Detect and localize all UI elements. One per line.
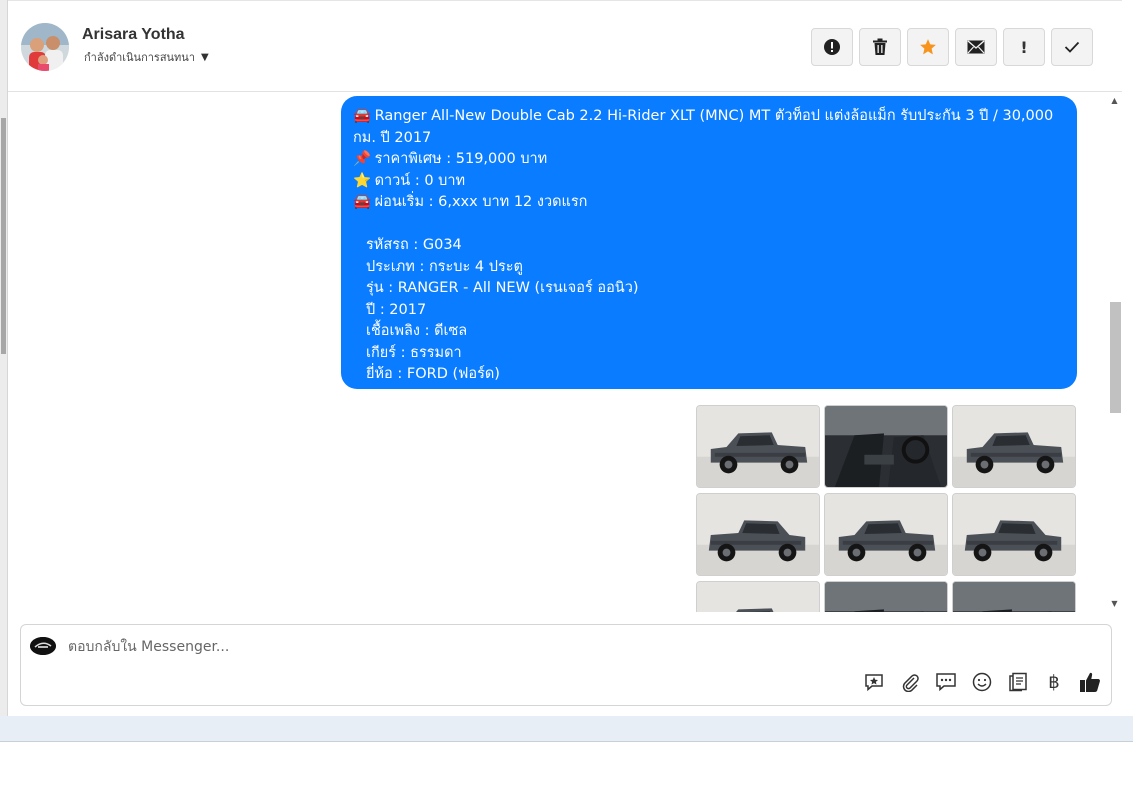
contact-name: Arisara Yotha bbox=[82, 26, 185, 43]
payment-button[interactable]: ฿ bbox=[1043, 671, 1065, 693]
message-line: รุ่น : RANGER - All NEW (เรนเจอร์ ออนิว) bbox=[366, 280, 639, 296]
avatar[interactable] bbox=[21, 23, 69, 71]
gallery-photo[interactable] bbox=[952, 405, 1076, 488]
message-line: ⭐ ดาวน์ : 0 บาท bbox=[353, 171, 1065, 193]
delete-button[interactable] bbox=[859, 28, 901, 66]
message-line: 📌 ราคาพิเศษ : 519,000 บาท bbox=[353, 149, 1065, 171]
envelope-icon bbox=[967, 40, 985, 54]
scrollbar-thumb[interactable] bbox=[1110, 302, 1121, 413]
exclamation-circle-icon bbox=[824, 39, 840, 55]
message-line: รหัสรถ : G034 bbox=[366, 237, 462, 253]
gallery-photo[interactable] bbox=[824, 405, 948, 488]
photo-gallery bbox=[696, 405, 1076, 612]
gallery-photo[interactable] bbox=[696, 405, 820, 488]
saved-reply-icon bbox=[865, 674, 883, 692]
notes-button[interactable] bbox=[1007, 671, 1029, 693]
gallery-photo[interactable] bbox=[952, 493, 1076, 576]
attachment-icon bbox=[902, 674, 919, 692]
important-button[interactable]: ! bbox=[1003, 28, 1045, 66]
taskbar-strip bbox=[0, 716, 1133, 742]
message-line: ประเภท : กระบะ 4 ประตู bbox=[366, 258, 523, 275]
conversation-panel: Arisara Yotha กำลังดำเนินการสนทนา ▼ ! 🚘 … bbox=[8, 0, 1122, 716]
trash-icon bbox=[873, 38, 887, 55]
message-list[interactable]: 🚘 Ranger All-New Double Cab 2.2 Hi-Rider… bbox=[8, 92, 1107, 612]
reply-composer: ฿ bbox=[20, 624, 1112, 706]
like-button[interactable] bbox=[1079, 671, 1101, 693]
conversation-status-dropdown[interactable]: กำลังดำเนินการสนทนา ▼ bbox=[84, 48, 209, 66]
gallery-photo[interactable] bbox=[696, 493, 820, 576]
action-toolbar: ! bbox=[811, 28, 1093, 66]
app-window: Arisara Yotha กำลังดำเนินการสนทนา ▼ ! 🚘 … bbox=[0, 0, 1133, 788]
star-emoji-icon: ⭐ bbox=[353, 172, 372, 189]
message-line: 🚘 ผ่อนเริ่ม : 6,xxx บาท 12 งวดแรก bbox=[353, 192, 1065, 214]
left-scrollbar[interactable] bbox=[0, 0, 8, 716]
emoji-icon bbox=[972, 672, 992, 692]
saved-reply-button[interactable] bbox=[863, 671, 885, 693]
mail-button[interactable] bbox=[955, 28, 997, 66]
message-scrollbar[interactable]: ▲ ▼ bbox=[1107, 92, 1122, 612]
star-button[interactable] bbox=[907, 28, 949, 66]
reply-input[interactable] bbox=[68, 635, 768, 659]
car-emoji-icon: 🚘 bbox=[353, 108, 372, 124]
like-icon bbox=[1080, 672, 1100, 692]
message-line: ยี่ห้อ : FORD (ฟอร์ด) bbox=[366, 366, 500, 382]
message-bubble[interactable]: 🚘 Ranger All-New Double Cab 2.2 Hi-Rider… bbox=[341, 96, 1077, 389]
emoji-button[interactable] bbox=[971, 671, 993, 693]
scroll-down-icon[interactable]: ▼ bbox=[1110, 599, 1119, 608]
alert-button[interactable] bbox=[811, 28, 853, 66]
composer-toolbar: ฿ bbox=[863, 671, 1101, 693]
conversation-status-label: กำลังดำเนินการสนทนา bbox=[84, 51, 195, 64]
message-line: 🚘 Ranger All-New Double Cab 2.2 Hi-Rider… bbox=[353, 108, 1054, 146]
message-line: ปี : 2017 bbox=[366, 301, 427, 318]
exclamation-icon: ! bbox=[1020, 37, 1028, 57]
message-line: เชื้อเพลิง : ดีเซล bbox=[366, 323, 468, 339]
baht-icon: ฿ bbox=[1048, 671, 1060, 693]
gallery-photo[interactable] bbox=[824, 581, 948, 612]
attachment-button[interactable] bbox=[899, 671, 921, 693]
done-button[interactable] bbox=[1051, 28, 1093, 66]
notes-icon bbox=[1009, 672, 1027, 692]
star-icon bbox=[920, 39, 936, 55]
chat-bubbles-icon bbox=[936, 673, 956, 692]
car-emoji-icon: 🚘 bbox=[353, 194, 372, 210]
gallery-photo[interactable] bbox=[952, 581, 1076, 612]
check-icon bbox=[1064, 41, 1080, 53]
page-avatar bbox=[30, 637, 56, 655]
pin-emoji-icon: 📌 bbox=[353, 151, 372, 167]
chat-template-button[interactable] bbox=[935, 671, 957, 693]
gallery-photo[interactable] bbox=[824, 493, 948, 576]
message-line: เกียร์ : ธรรมดา bbox=[366, 344, 462, 361]
caret-down-icon: ▼ bbox=[201, 51, 209, 63]
scroll-up-icon[interactable]: ▲ bbox=[1110, 96, 1119, 105]
left-scrollbar-thumb[interactable] bbox=[1, 118, 6, 354]
conversation-header: Arisara Yotha กำลังดำเนินการสนทนา ▼ ! bbox=[8, 1, 1122, 92]
gallery-photo[interactable] bbox=[696, 581, 820, 612]
